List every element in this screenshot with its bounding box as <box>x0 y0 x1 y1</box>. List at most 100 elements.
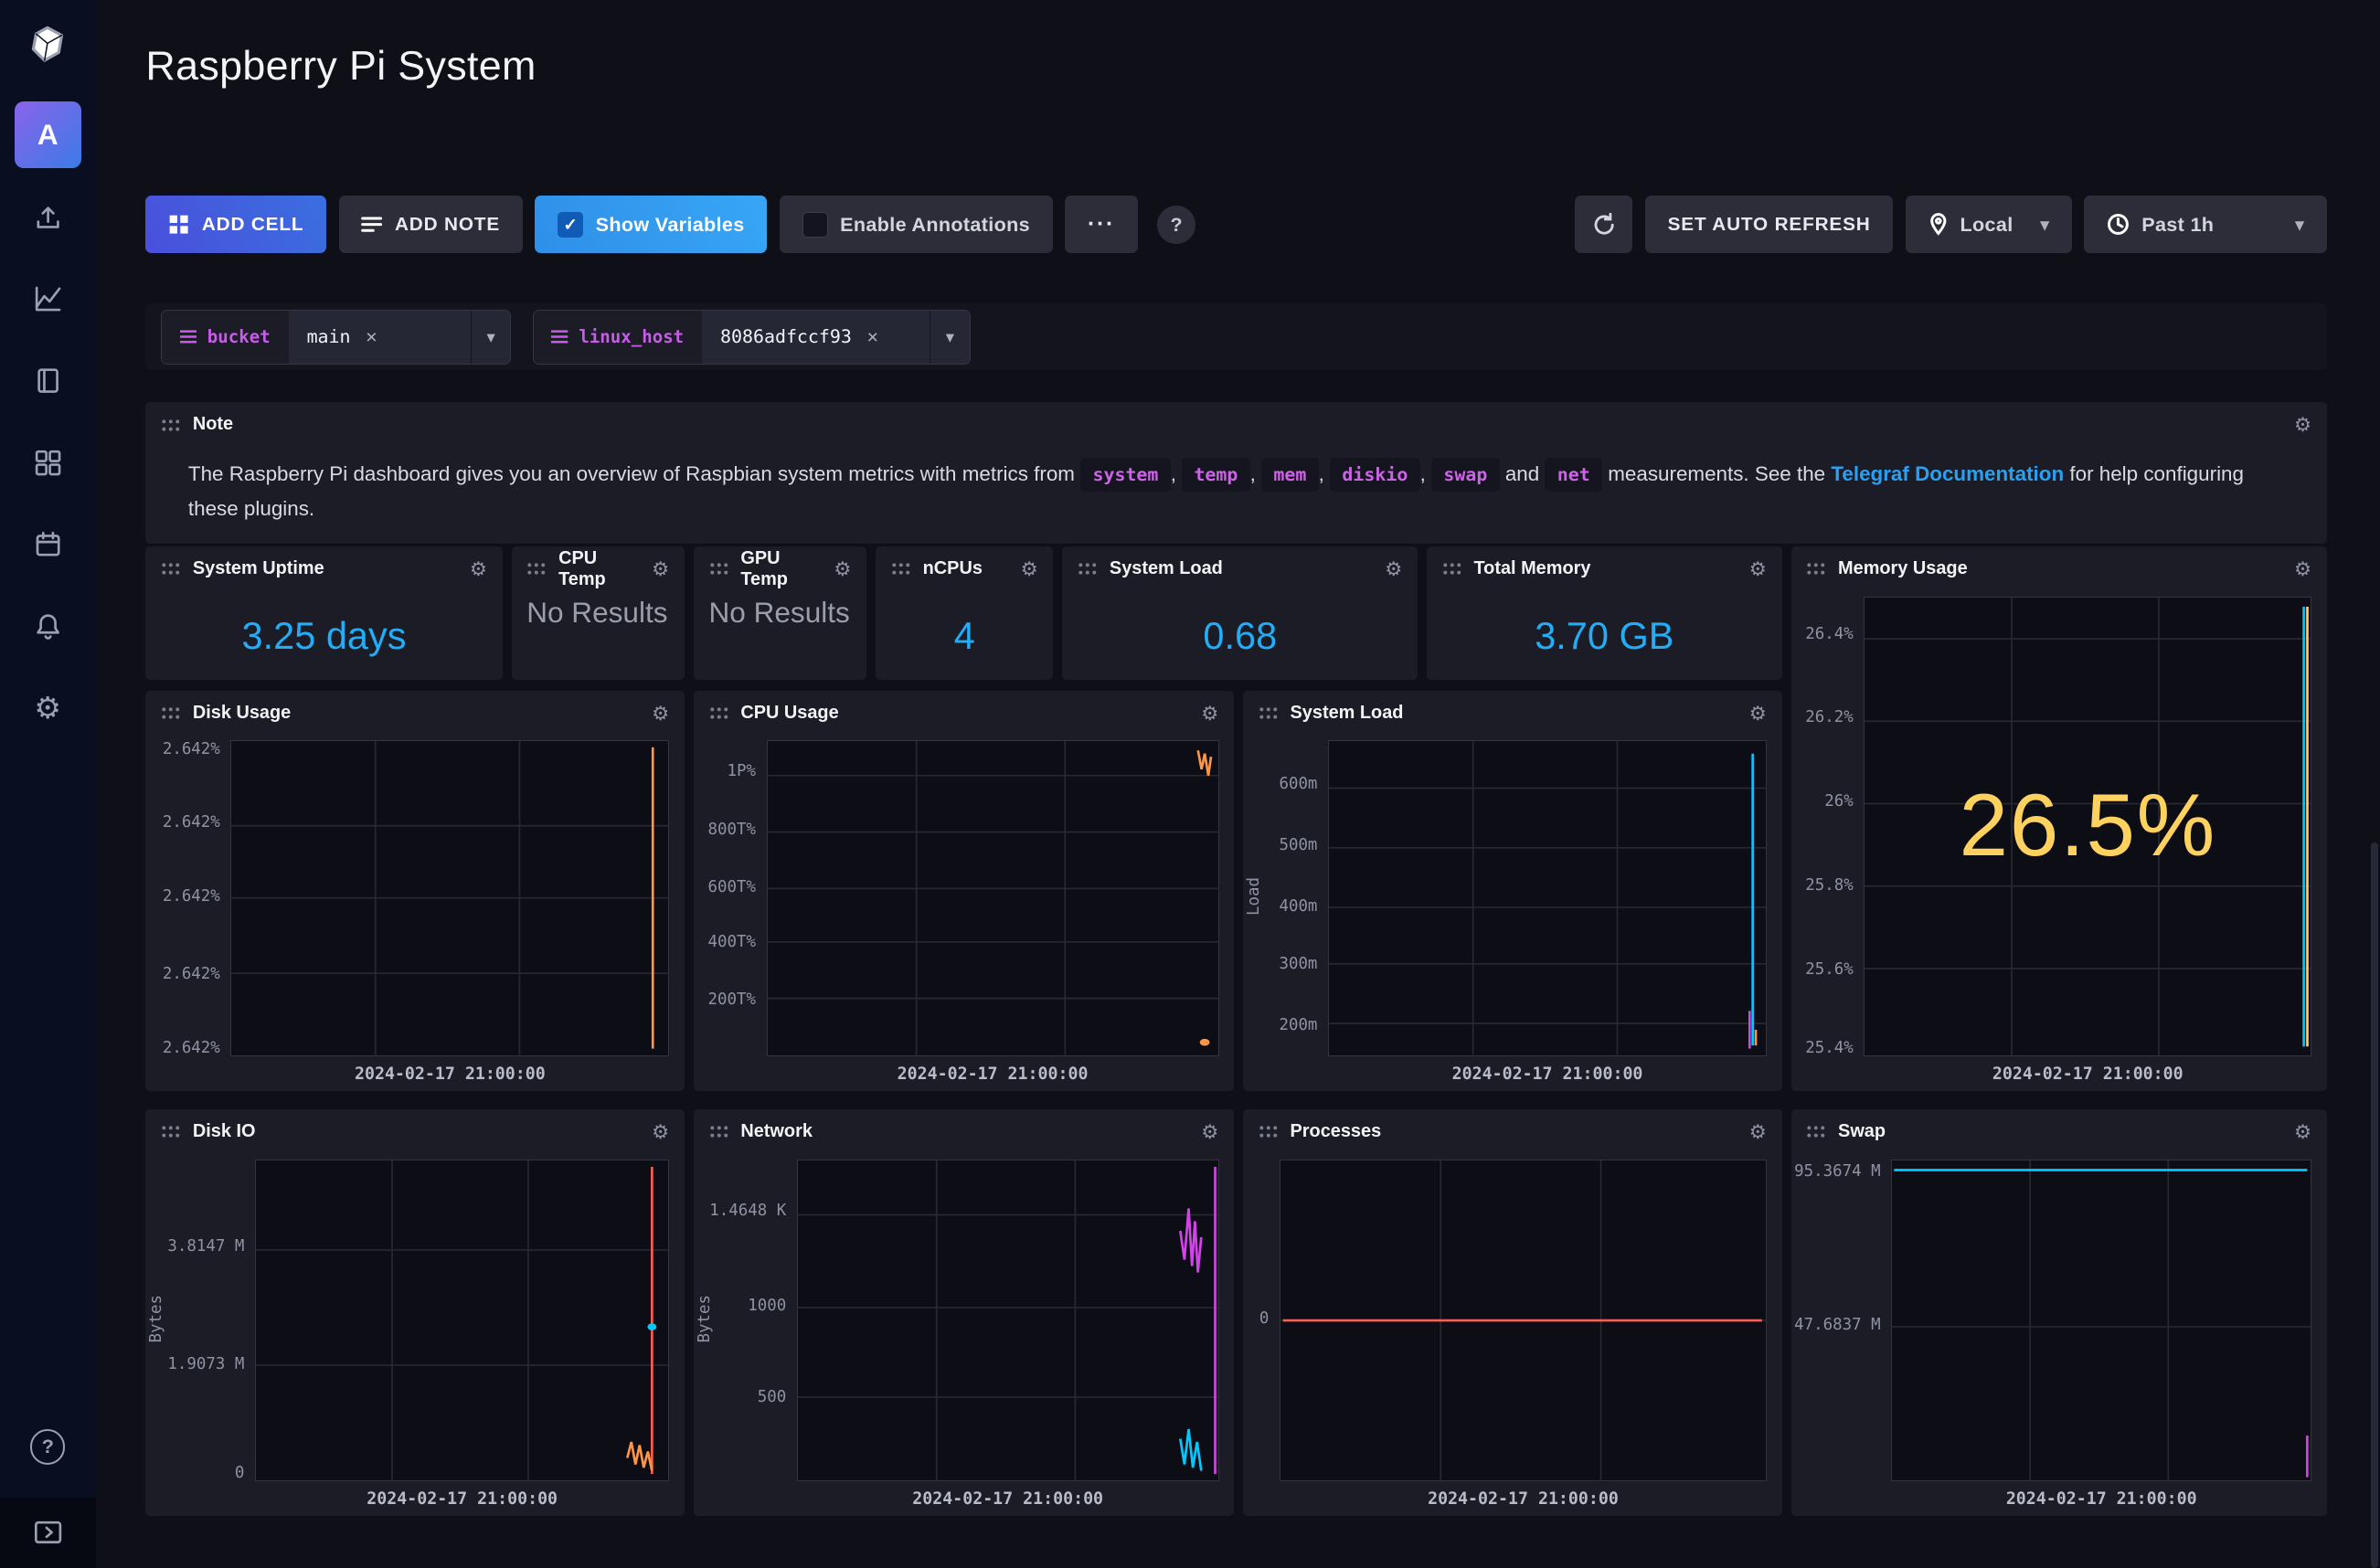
variable-bucket-name: bucket <box>207 326 271 347</box>
y-axis-title: Bytes <box>147 1295 165 1342</box>
drag-handle-icon[interactable] <box>161 706 181 720</box>
drag-handle-icon[interactable] <box>1442 562 1462 576</box>
add-note-button[interactable]: ADD NOTE <box>339 196 523 253</box>
scrollbar[interactable] <box>2371 842 2378 1568</box>
drag-handle-icon[interactable] <box>1806 562 1826 576</box>
gear-icon[interactable]: ⚙ <box>1021 557 1038 581</box>
drag-handle-icon[interactable] <box>709 706 729 720</box>
drag-handle-icon[interactable] <box>1259 1125 1279 1139</box>
linux-host-select[interactable]: 8086adfccf93 × <box>702 311 930 364</box>
data-explorer-icon[interactable] <box>29 281 66 317</box>
drag-handle-icon[interactable] <box>709 562 729 576</box>
drag-handle-icon[interactable] <box>161 1125 181 1139</box>
cpu-usage-plot[interactable] <box>767 740 1219 1055</box>
stat-value: No Results <box>694 592 850 632</box>
cell-title: Processes <box>1291 1121 1382 1142</box>
drag-handle-icon[interactable] <box>161 418 181 432</box>
x-axis-label: 2024-02-17 21:00:00 <box>230 1065 669 1084</box>
drag-handle-icon[interactable] <box>1259 706 1279 720</box>
gear-icon[interactable]: ⚙ <box>1749 1120 1767 1144</box>
memory-usage-value: 26.5% <box>1865 776 2311 876</box>
cell-cpu-temp: CPU Temp ⚙ No Results <box>512 546 685 680</box>
add-cell-button[interactable]: ADD CELL <box>145 196 326 253</box>
variable-bucket-handle[interactable]: bucket <box>162 311 289 364</box>
notebooks-icon[interactable] <box>29 363 66 399</box>
drag-handle-icon[interactable] <box>526 562 547 576</box>
toolbar: ADD CELL ADD NOTE ✓ Show Variables Enabl… <box>145 196 2326 253</box>
gear-icon[interactable]: ⚙ <box>1385 557 1402 581</box>
tasks-calendar-icon[interactable] <box>29 526 66 563</box>
clear-icon[interactable]: × <box>866 325 878 349</box>
dashboard-grid: Note ⚙ The Raspberry Pi dashboard gives … <box>145 402 2326 1525</box>
chevron-down-icon[interactable]: ▾ <box>930 311 969 364</box>
settings-gear-icon[interactable]: ⚙ <box>29 690 66 726</box>
gear-icon[interactable]: ⚙ <box>1201 702 1218 726</box>
clear-icon[interactable]: × <box>366 325 377 349</box>
network-plot[interactable] <box>797 1160 1219 1481</box>
swap-plot[interactable] <box>1891 1160 2311 1481</box>
drag-handle-icon[interactable] <box>891 562 911 576</box>
variables-bar: bucket main × ▾ linux_host 8086adfccf93 … <box>145 303 2326 370</box>
telegraf-documentation-link[interactable]: Telegraf Documentation <box>1831 462 2064 485</box>
cell-title: Memory Usage <box>1838 558 1968 579</box>
gear-icon[interactable]: ⚙ <box>652 557 669 581</box>
help-icon[interactable]: ? <box>30 1429 65 1464</box>
chevron-down-icon[interactable]: ▾ <box>471 311 510 364</box>
gear-icon[interactable]: ⚙ <box>2294 557 2311 581</box>
refresh-icon[interactable] <box>1575 196 1632 253</box>
drag-handle-icon[interactable] <box>1078 562 1098 576</box>
enable-annotations-toggle[interactable]: Enable Annotations <box>780 196 1053 253</box>
cell-cpu-usage: CPU Usage ⚙ 1P% 800T% 600T% 400T% 200T% <box>694 691 1234 1091</box>
drag-handle-icon[interactable] <box>161 562 181 576</box>
help-question-icon[interactable]: ? <box>1157 206 1195 244</box>
gear-icon[interactable]: ⚙ <box>1749 702 1767 726</box>
stat-value: 0.68 <box>1203 614 1277 658</box>
gear-icon[interactable]: ⚙ <box>834 557 851 581</box>
upload-icon[interactable] <box>29 199 66 236</box>
set-auto-refresh-button[interactable]: SET AUTO REFRESH <box>1645 196 1894 253</box>
cell-processes: Processes ⚙ 0 2024-02-17 21: <box>1243 1109 1782 1516</box>
disk-usage-plot[interactable] <box>230 740 669 1055</box>
cell-disk-io: Disk IO ⚙ Bytes 3.8147 M 1.9073 M 0 <box>145 1109 685 1516</box>
timezone-label: Local <box>1960 213 2013 237</box>
code-tag: temp <box>1182 458 1250 492</box>
drag-handle-icon[interactable] <box>709 1125 729 1139</box>
bucket-select[interactable]: main × <box>289 311 471 364</box>
variable-host-handle[interactable]: linux_host <box>534 311 703 364</box>
timezone-dropdown[interactable]: Local ▾ <box>1906 196 2072 253</box>
checkbox-checked-icon[interactable]: ✓ <box>558 212 583 238</box>
time-range-dropdown[interactable]: Past 1h ▾ <box>2084 196 2327 253</box>
gear-icon[interactable]: ⚙ <box>652 1120 669 1144</box>
code-tag: net <box>1545 458 1602 492</box>
memory-usage-plot[interactable]: 26.5% <box>1864 597 2311 1056</box>
gear-icon[interactable]: ⚙ <box>470 557 487 581</box>
page-title: Raspberry Pi System <box>145 42 536 90</box>
show-variables-toggle[interactable]: ✓ Show Variables <box>535 196 767 253</box>
more-options-button[interactable]: ··· <box>1065 196 1138 253</box>
chevron-down-icon: ▾ <box>2295 215 2304 235</box>
host-selected-value: 8086adfccf93 <box>720 326 852 347</box>
system-load-plot[interactable] <box>1328 740 1767 1055</box>
cell-title: Disk IO <box>193 1121 256 1142</box>
processes-plot[interactable] <box>1280 1160 1767 1481</box>
main-area: Raspberry Pi System ADD CELL ADD NOTE ✓ … <box>96 0 2380 1568</box>
cell-network: Network ⚙ Bytes 1.4648 K 1000 500 <box>694 1109 1234 1516</box>
avatar[interactable]: A <box>15 101 81 168</box>
gear-icon[interactable]: ⚙ <box>2294 1120 2311 1144</box>
gear-icon[interactable]: ⚙ <box>652 702 669 726</box>
expand-sidebar-icon[interactable] <box>0 1498 96 1567</box>
dashboards-icon[interactable] <box>29 444 66 481</box>
disk-io-plot[interactable] <box>255 1160 669 1481</box>
x-axis-label: 2024-02-17 21:00:00 <box>767 1065 1219 1084</box>
gear-icon[interactable]: ⚙ <box>1749 557 1767 581</box>
checkbox-empty-icon[interactable] <box>802 212 828 238</box>
stat-value: 3.25 days <box>242 614 407 658</box>
influxdb-logo[interactable] <box>29 26 66 62</box>
cell-title: CPU Usage <box>740 703 838 724</box>
gear-icon[interactable]: ⚙ <box>1201 1120 1218 1144</box>
drag-handle-icon[interactable] <box>1806 1125 1826 1139</box>
gear-icon[interactable]: ⚙ <box>2294 413 2311 437</box>
x-axis-label: 2024-02-17 21:00:00 <box>1891 1489 2311 1509</box>
alerts-bell-icon[interactable] <box>29 609 66 645</box>
variable-host-name: linux_host <box>579 326 684 347</box>
